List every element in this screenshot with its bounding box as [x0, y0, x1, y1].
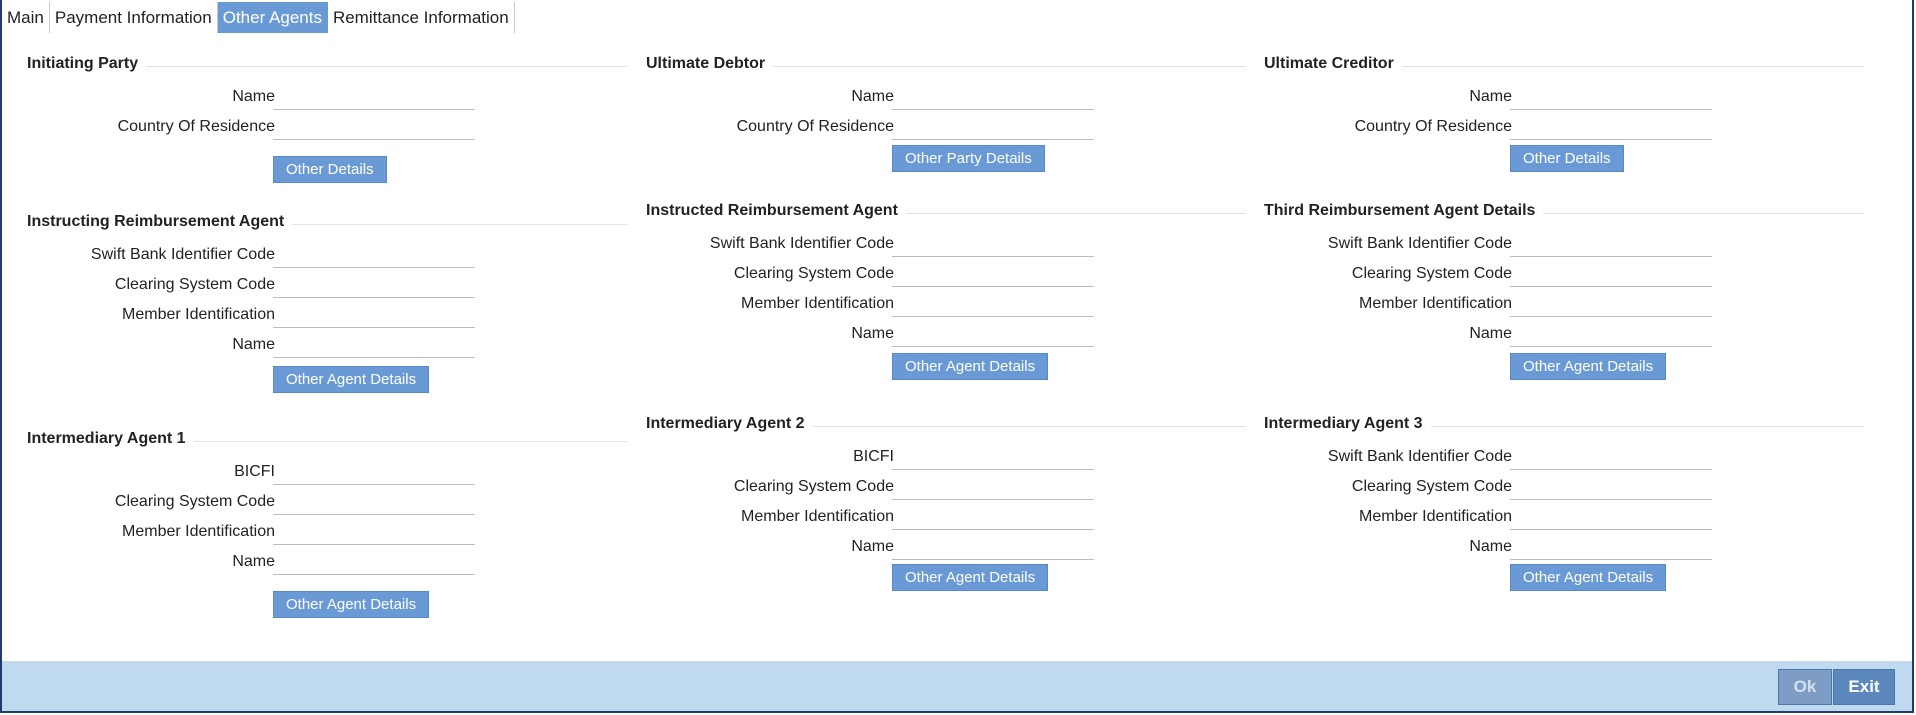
- section-title: Ultimate Debtor: [646, 54, 1246, 74]
- third-agent-swift-input[interactable]: [1510, 229, 1712, 257]
- instructed-agent-member-input[interactable]: [892, 289, 1094, 317]
- initiating-party-name-input[interactable]: [273, 82, 475, 110]
- instructed-agent-swift-input[interactable]: [892, 229, 1094, 257]
- clearing-system-code-label: Clearing System Code: [1351, 265, 1512, 282]
- instructed-agent-name-input[interactable]: [892, 319, 1094, 347]
- intermediary-3-clearing-input[interactable]: [1510, 472, 1712, 500]
- name-label: Name: [851, 538, 894, 555]
- section-title: Third Reimbursement Agent Details: [1264, 201, 1864, 221]
- instructing-reimbursement-agent-section: Instructing Reimbursement Agent Swift Ba…: [27, 212, 627, 393]
- instructing-agent-clearing-input[interactable]: [273, 270, 475, 298]
- ultimate-creditor-other-details-button[interactable]: Other Details: [1510, 145, 1624, 172]
- instructing-agent-other-agent-details-button[interactable]: Other Agent Details: [273, 366, 430, 393]
- intermediary-2-bicfi-input[interactable]: [892, 442, 1094, 470]
- intermediary-1-bicfi-input[interactable]: [273, 457, 475, 485]
- name-label: Name: [1469, 538, 1512, 555]
- ultimate-debtor-country-input[interactable]: [892, 112, 1094, 140]
- tab-payment-information[interactable]: Payment Information: [50, 2, 218, 33]
- clearing-system-code-label: Clearing System Code: [114, 276, 275, 293]
- ultimate-debtor-name-input[interactable]: [892, 82, 1094, 110]
- intermediary-agent-3-section: Intermediary Agent 3 Swift Bank Identifi…: [1264, 414, 1864, 591]
- intermediary-1-other-agent-details-button[interactable]: Other Agent Details: [273, 591, 430, 618]
- instructing-agent-name-input[interactable]: [273, 330, 475, 358]
- intermediary-agent-1-section: Intermediary Agent 1 BICFI Clearing Syst…: [27, 429, 627, 618]
- clearing-system-code-label: Clearing System Code: [114, 493, 275, 510]
- ultimate-creditor-name-input[interactable]: [1510, 82, 1712, 110]
- clearing-system-code-label: Clearing System Code: [733, 265, 894, 282]
- country-of-residence-label: Country Of Residence: [117, 118, 275, 135]
- swift-bank-identifier-code-label: Swift Bank Identifier Code: [1327, 448, 1512, 465]
- initiating-party-section: Initiating Party Name Country Of Residen…: [27, 54, 627, 183]
- country-of-residence-label: Country Of Residence: [1354, 118, 1512, 135]
- member-identification-label: Member Identification: [1359, 295, 1512, 312]
- name-label: Name: [851, 325, 894, 342]
- name-label: Name: [232, 88, 275, 105]
- third-agent-clearing-input[interactable]: [1510, 259, 1712, 287]
- intermediary-2-member-input[interactable]: [892, 502, 1094, 530]
- ultimate-debtor-other-party-details-button[interactable]: Other Party Details: [892, 145, 1045, 172]
- member-identification-label: Member Identification: [1359, 508, 1512, 525]
- member-identification-label: Member Identification: [122, 523, 275, 540]
- tab-other-agents[interactable]: Other Agents: [217, 2, 328, 33]
- section-title: Intermediary Agent 2: [646, 414, 1246, 434]
- name-label: Name: [232, 553, 275, 570]
- exit-button[interactable]: Exit: [1833, 669, 1895, 705]
- third-agent-name-input[interactable]: [1510, 319, 1712, 347]
- intermediary-3-member-input[interactable]: [1510, 502, 1712, 530]
- intermediary-1-name-input[interactable]: [273, 547, 475, 575]
- bicfi-label: BICFI: [853, 448, 894, 465]
- third-agent-other-agent-details-button[interactable]: Other Agent Details: [1510, 353, 1667, 380]
- instructing-agent-member-input[interactable]: [273, 300, 475, 328]
- intermediary-1-member-input[interactable]: [273, 517, 475, 545]
- intermediary-2-name-input[interactable]: [892, 532, 1094, 560]
- country-of-residence-label: Country Of Residence: [736, 118, 894, 135]
- intermediary-1-clearing-input[interactable]: [273, 487, 475, 515]
- ultimate-creditor-country-input[interactable]: [1510, 112, 1712, 140]
- intermediary-3-swift-input[interactable]: [1510, 442, 1712, 470]
- third-agent-member-input[interactable]: [1510, 289, 1712, 317]
- tab-remittance-information[interactable]: Remittance Information: [328, 2, 515, 33]
- name-label: Name: [851, 88, 894, 105]
- swift-bank-identifier-code-label: Swift Bank Identifier Code: [90, 246, 275, 263]
- instructing-agent-swift-input[interactable]: [273, 240, 475, 268]
- clearing-system-code-label: Clearing System Code: [1351, 478, 1512, 495]
- member-identification-label: Member Identification: [741, 508, 894, 525]
- instructed-reimbursement-agent-section: Instructed Reimbursement Agent Swift Ban…: [646, 201, 1246, 380]
- section-title: Instructed Reimbursement Agent: [646, 201, 1246, 221]
- instructed-agent-clearing-input[interactable]: [892, 259, 1094, 287]
- intermediary-3-name-input[interactable]: [1510, 532, 1712, 560]
- intermediary-2-other-agent-details-button[interactable]: Other Agent Details: [892, 564, 1049, 591]
- clearing-system-code-label: Clearing System Code: [733, 478, 894, 495]
- tab-main[interactable]: Main: [2, 2, 50, 33]
- ok-button[interactable]: Ok: [1778, 669, 1832, 705]
- tab-bar: Main Payment Information Other Agents Re…: [2, 2, 515, 34]
- ultimate-creditor-section: Ultimate Creditor Name Country Of Reside…: [1264, 54, 1864, 172]
- member-identification-label: Member Identification: [122, 306, 275, 323]
- swift-bank-identifier-code-label: Swift Bank Identifier Code: [1327, 235, 1512, 252]
- third-reimbursement-agent-section: Third Reimbursement Agent Details Swift …: [1264, 201, 1864, 380]
- member-identification-label: Member Identification: [741, 295, 894, 312]
- ultimate-debtor-section: Ultimate Debtor Name Country Of Residenc…: [646, 54, 1246, 172]
- instructed-agent-other-agent-details-button[interactable]: Other Agent Details: [892, 353, 1049, 380]
- intermediary-3-other-agent-details-button[interactable]: Other Agent Details: [1510, 564, 1667, 591]
- section-title: Initiating Party: [27, 54, 627, 74]
- footer-bar: Ok Exit: [2, 661, 1912, 711]
- name-label: Name: [1469, 88, 1512, 105]
- initiating-party-country-input[interactable]: [273, 112, 475, 140]
- bicfi-label: BICFI: [234, 463, 275, 480]
- section-title: Intermediary Agent 1: [27, 429, 627, 449]
- initiating-party-other-details-button[interactable]: Other Details: [273, 156, 387, 183]
- intermediary-agent-2-section: Intermediary Agent 2 BICFI Clearing Syst…: [646, 414, 1246, 591]
- section-title: Intermediary Agent 3: [1264, 414, 1864, 434]
- name-label: Name: [232, 336, 275, 353]
- section-title: Instructing Reimbursement Agent: [27, 212, 627, 232]
- name-label: Name: [1469, 325, 1512, 342]
- intermediary-2-clearing-input[interactable]: [892, 472, 1094, 500]
- swift-bank-identifier-code-label: Swift Bank Identifier Code: [709, 235, 894, 252]
- section-title: Ultimate Creditor: [1264, 54, 1864, 74]
